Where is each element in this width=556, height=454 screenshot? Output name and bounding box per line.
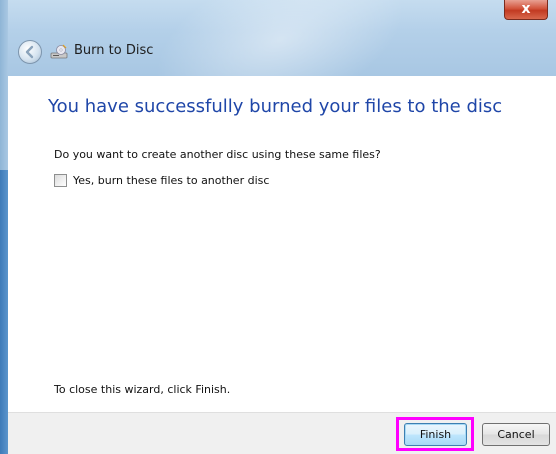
- close-wizard-hint: To close this wizard, click Finish.: [54, 383, 231, 396]
- window-title: Burn to Disc: [74, 43, 154, 58]
- burn-another-disc-option[interactable]: Yes, burn these files to another disc: [54, 172, 269, 188]
- burn-disc-icon: [50, 44, 68, 59]
- wizard-content-area: [8, 76, 556, 420]
- burn-to-disc-window: x Burn to Disc You have successfully bur…: [0, 0, 556, 454]
- success-heading: You have successfully burned your files …: [48, 96, 503, 117]
- back-arrow-icon: [25, 45, 34, 59]
- burn-another-disc-label[interactable]: Yes, burn these files to another disc: [73, 174, 269, 187]
- finish-button[interactable]: Finish: [404, 423, 467, 446]
- title-bar: x Burn to Disc: [0, 0, 556, 76]
- close-window-button[interactable]: x: [504, 0, 548, 20]
- burn-another-disc-checkbox[interactable]: [54, 173, 67, 187]
- another-disc-question: Do you want to create another disc using…: [54, 148, 381, 161]
- window-frame-left-lower: [0, 170, 8, 454]
- cancel-button[interactable]: Cancel: [482, 423, 550, 446]
- back-button[interactable]: [18, 40, 42, 64]
